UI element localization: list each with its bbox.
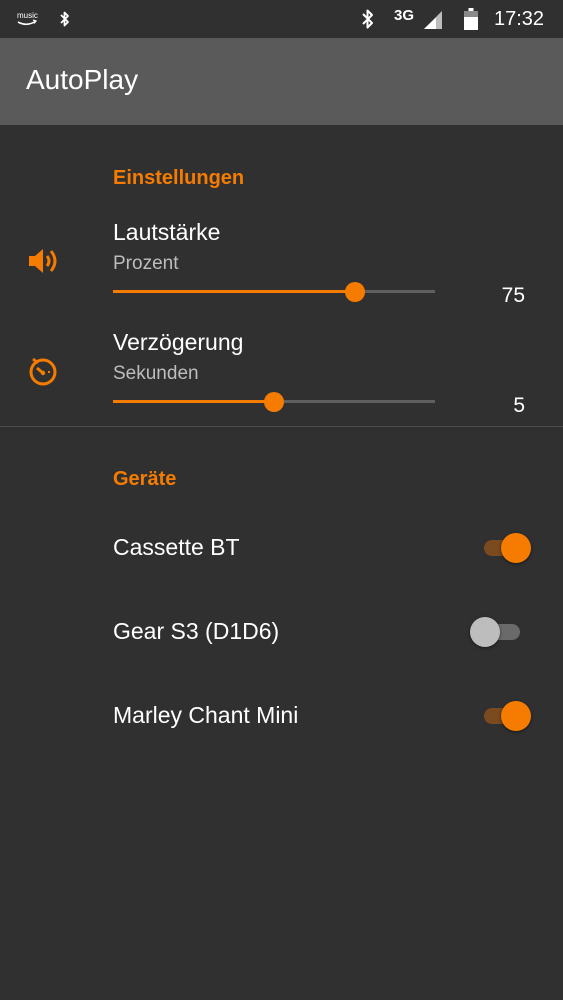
- device-name: Marley Chant Mini: [113, 702, 299, 728]
- music-label: music: [17, 11, 38, 20]
- settings-section-header: Einstellungen: [113, 167, 245, 189]
- delay-title: Verzögerung: [113, 329, 244, 355]
- bluetooth-icon: [60, 11, 69, 27]
- app-bar: AutoPlay: [0, 38, 563, 125]
- device-toggle-thumb: [470, 617, 500, 647]
- device-name: Gear S3 (D1D6): [113, 618, 280, 644]
- device-name: Cassette BT: [113, 534, 240, 560]
- delay-slider-thumb[interactable]: [264, 392, 284, 412]
- volume-slider[interactable]: [113, 280, 435, 304]
- delay-summary: Sekunden: [113, 363, 199, 384]
- device-toggle[interactable]: [470, 616, 534, 648]
- volume-title: Lautstärke: [113, 219, 221, 245]
- network-type-label: 3G: [394, 7, 415, 24]
- device-row[interactable]: Cassette BT: [0, 520, 563, 576]
- volume-value: 75: [501, 284, 525, 307]
- delay-slider-fill: [113, 400, 274, 403]
- timer-icon: [29, 357, 57, 386]
- volume-slider-thumb[interactable]: [345, 282, 365, 302]
- device-toggle-thumb: [501, 701, 531, 731]
- clock: 17:32: [494, 8, 545, 30]
- signal-icon: [424, 11, 442, 29]
- device-toggle-thumb: [501, 533, 531, 563]
- device-row[interactable]: Marley Chant Mini: [0, 688, 563, 744]
- section-divider: [0, 426, 563, 427]
- device-row[interactable]: Gear S3 (D1D6): [0, 604, 563, 660]
- delay-slider[interactable]: [113, 390, 435, 414]
- battery-icon: [464, 8, 478, 30]
- volume-summary: Prozent: [113, 253, 179, 274]
- device-toggle[interactable]: [470, 700, 534, 732]
- music-icon: music: [17, 11, 38, 26]
- delay-value: 5: [513, 394, 525, 417]
- volume-slider-fill: [113, 290, 355, 293]
- device-toggle[interactable]: [470, 532, 534, 564]
- devices-section-header: Geräte: [113, 468, 177, 490]
- app-title: AutoPlay: [26, 64, 139, 95]
- bluetooth-icon: [362, 9, 373, 29]
- volume-icon: [29, 249, 57, 273]
- status-bar: music 3G 17:32: [0, 0, 563, 38]
